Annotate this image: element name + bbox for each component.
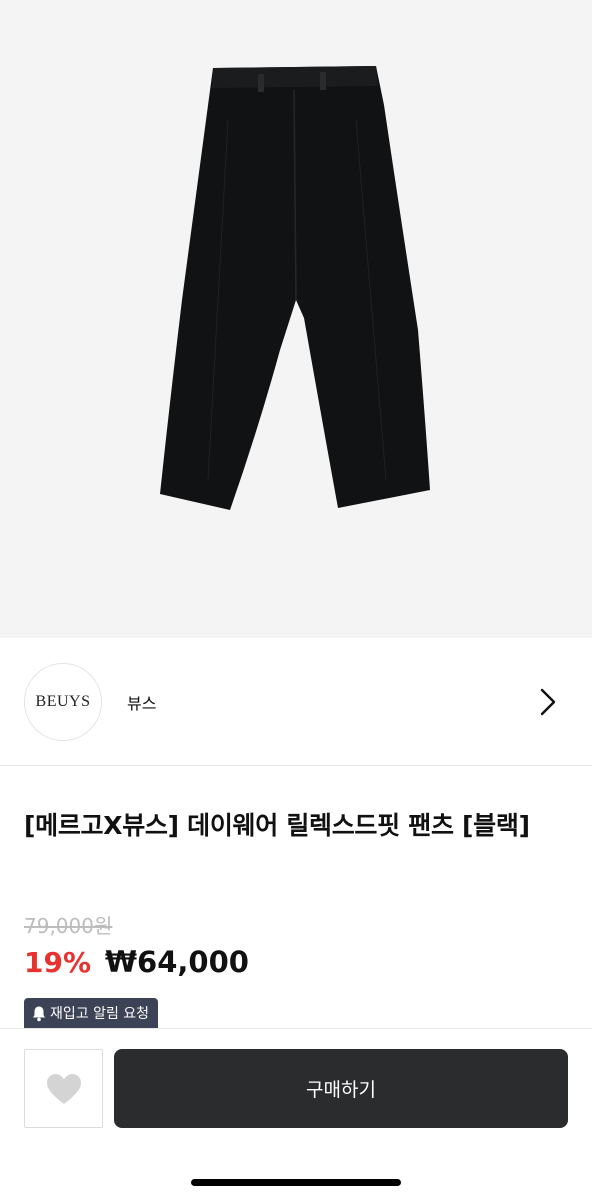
product-title: [메르고X뷰스] 데이웨어 릴렉스드핏 팬츠 [블랙] [24,811,530,840]
brand-logo[interactable]: BEUYS [24,663,102,741]
buy-button[interactable]: 구매하기 [114,1049,568,1128]
restock-alert-button[interactable]: 재입고 알림 요청 [24,998,159,1028]
heart-icon [46,1073,81,1104]
brand-row[interactable]: BEUYS 뷰스 [0,638,592,766]
product-image-area[interactable] [0,0,592,638]
chevron-right-icon[interactable] [536,686,560,718]
bell-icon [33,1006,45,1021]
brand-name[interactable]: 뷰스 [127,690,156,714]
restock-label: 재입고 알림 요청 [50,1006,150,1022]
sale-price: ₩64,000 [105,945,249,979]
wishlist-button[interactable] [24,1049,103,1128]
pants-image [160,66,430,510]
sale-price-row: 19% ₩64,000 [24,942,249,982]
home-indicator [191,1179,401,1186]
original-price: 79,000원 [24,914,113,938]
bottom-action-bar: 구매하기 [0,1028,592,1200]
discount-rate: 19% [24,945,92,979]
brand-logo-text: BEUYS [35,693,91,710]
